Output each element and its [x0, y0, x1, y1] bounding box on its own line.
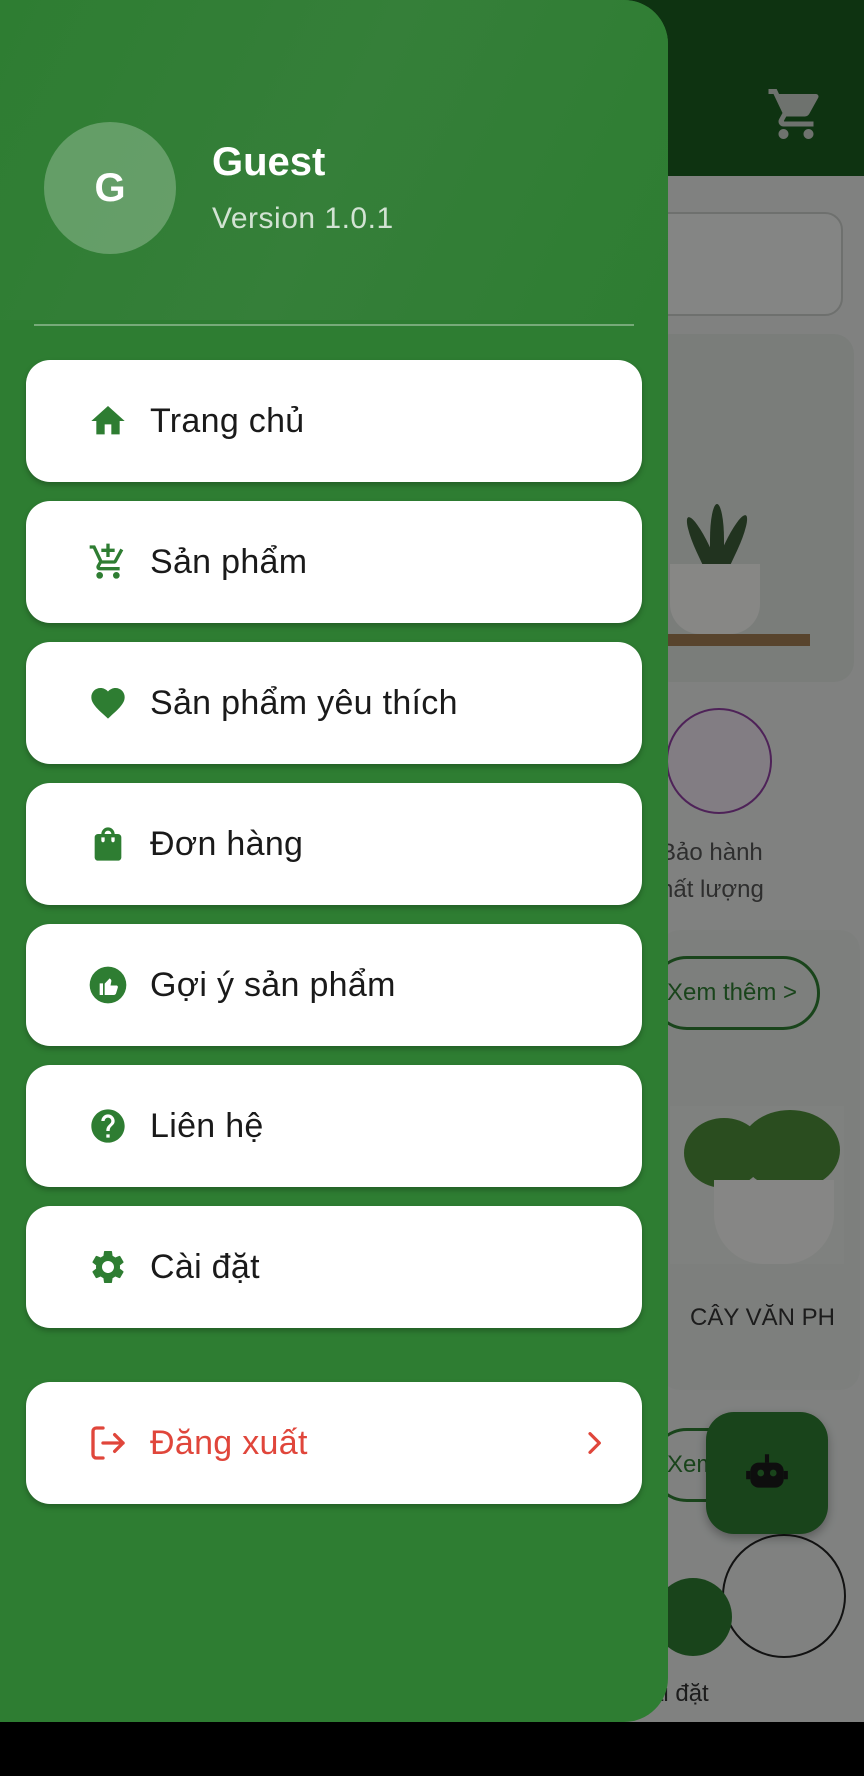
logout-icon: [91, 1426, 125, 1460]
shopping-bag-icon: [94, 827, 122, 861]
home-icon: [91, 406, 125, 435]
thumbs-up-icon: [89, 966, 127, 1004]
navigation-drawer: G Guest Version 1.0.1 Trang chủ Sản phẩm…: [0, 0, 668, 1722]
menu-item-label: Sản phẩm: [150, 543, 308, 581]
settings-icon: [92, 1251, 124, 1283]
logout-button[interactable]: Đăng xuất: [26, 1382, 642, 1504]
menu-item-contact[interactable]: Liên hệ: [26, 1065, 642, 1187]
menu-item-favorites[interactable]: Sản phẩm yêu thích: [26, 642, 642, 764]
heart-icon: [91, 688, 125, 719]
menu-item-label: Gợi ý sản phẩm: [150, 966, 396, 1004]
menu-item-orders[interactable]: Đơn hàng: [26, 783, 642, 905]
drawer-divider: [34, 324, 634, 326]
user-name: Guest: [212, 140, 326, 184]
shopping-cart-icon: [89, 543, 124, 579]
menu-item-label: Cài đặt: [150, 1248, 260, 1286]
menu-item-settings[interactable]: Cài đặt: [26, 1206, 642, 1328]
logout-label: Đăng xuất: [150, 1424, 308, 1462]
menu-item-products[interactable]: Sản phẩm: [26, 501, 642, 623]
menu-item-label: Liên hệ: [150, 1107, 264, 1145]
chevron-right-icon: [588, 1432, 601, 1454]
menu-item-home[interactable]: Trang chủ: [26, 360, 642, 482]
app-version: Version 1.0.1: [212, 202, 394, 235]
menu-item-label: Trang chủ: [150, 402, 305, 440]
menu-item-label: Sản phẩm yêu thích: [150, 684, 458, 722]
help-icon: [91, 1109, 125, 1143]
avatar: G: [44, 122, 176, 254]
menu-item-recommendations[interactable]: Gợi ý sản phẩm: [26, 924, 642, 1046]
menu-item-label: Đơn hàng: [150, 825, 304, 863]
